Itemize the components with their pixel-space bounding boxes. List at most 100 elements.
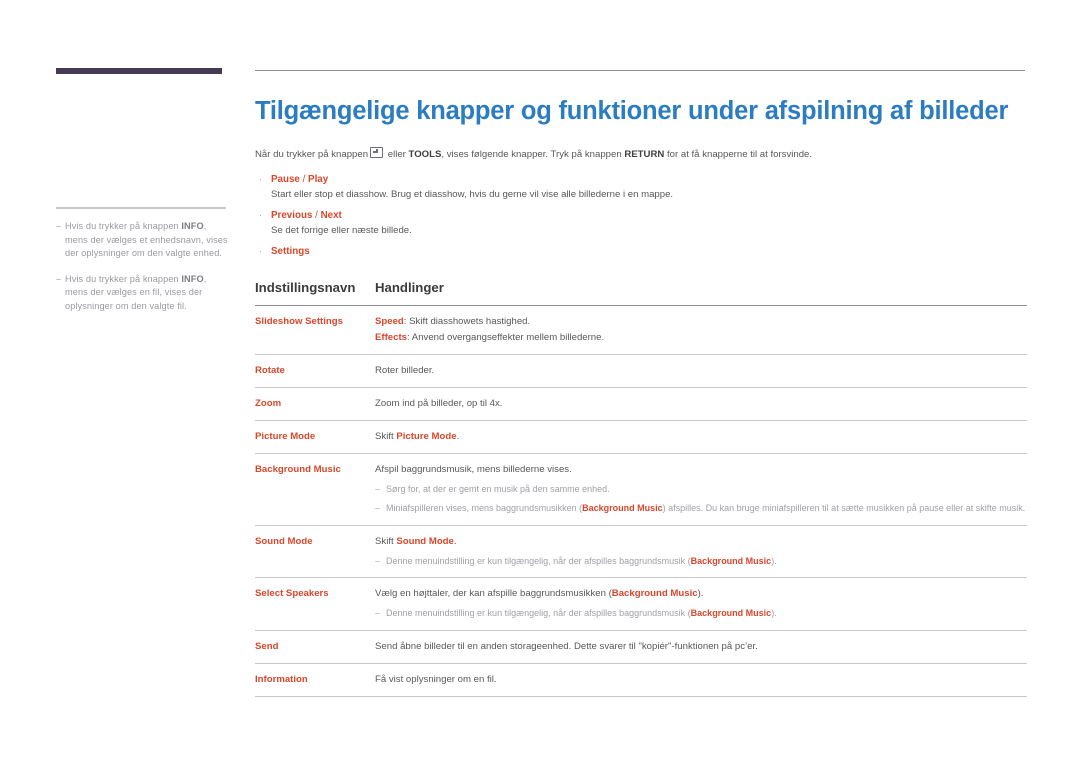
bullet-description: Se det forrige eller næste billede. <box>271 224 412 236</box>
setting-name-label: Sound Mode <box>255 535 313 547</box>
action-description: Skift Picture Mode. <box>375 430 1027 444</box>
subnote-dash-icon: – <box>375 483 381 494</box>
intro-bold-tools: TOOLS <box>408 149 442 160</box>
bullet-label-secondary: Play <box>308 173 329 185</box>
table-cell-action: Afspil baggrundsmusik, mens billederne v… <box>375 453 1027 526</box>
action-line-text: Roter billeder. <box>375 364 435 376</box>
subnote-text-accent: Background Music <box>582 503 663 514</box>
action-subnote: – Denne menuindstilling er kun tilgængeli… <box>375 607 1027 621</box>
action-line-text: . <box>456 430 460 442</box>
action-line-text: Send åbne billeder til en anden storagee… <box>375 640 758 652</box>
bullet-label: Settings <box>271 244 310 259</box>
setting-name-label: Zoom <box>255 397 282 409</box>
intro-text-part1: Når du trykker på knappen <box>255 149 369 160</box>
sidebar-note-list: – Hvis du trykker på knappen INFO, mens d… <box>56 220 228 314</box>
bullet-label-primary: Settings <box>271 245 310 257</box>
setting-name-label: Picture Mode <box>255 430 316 442</box>
table-cell-setting-name: Information <box>255 663 375 697</box>
action-line-text: Zoom ind på billeder, op til 4x. <box>375 397 503 409</box>
action-line-text: Afspil baggrundsmusik, mens billederne v… <box>375 463 572 475</box>
subnote-text-post: ). <box>771 555 777 566</box>
table-cell-setting-name: Select Speakers <box>255 577 375 631</box>
bullet-label: Pause / Play <box>271 172 328 187</box>
table-cell-action: Vælg en højttaler, der kan afspille bagg… <box>375 577 1027 631</box>
sidebar-note: – Hvis du trykker på knappen INFO, mens d… <box>56 273 228 314</box>
note-text-bold: INFO <box>181 221 204 231</box>
subnote-text-post: ) afspilles. Du kan bruge miniafspillere… <box>662 503 1026 514</box>
action-line-accent: Picture Mode <box>396 430 457 442</box>
setting-name-label: Select Speakers <box>255 588 329 600</box>
action-subnote: – Miniafspilleren vises, mens baggrundsmu… <box>375 502 1027 516</box>
action-line: Speed: Skift diasshowets hastighed. <box>375 315 1027 329</box>
subnote-text: Denne menuindstilling er kun tilgængelig… <box>386 607 1027 621</box>
button-function-list: · Pause / Play Start eller stop et diassho… <box>255 172 1027 259</box>
bullet-label-primary: Previous <box>271 209 313 221</box>
bullet-label-separator: / <box>299 173 309 185</box>
header-rule <box>255 70 1025 71</box>
table-header-action: Handlinger <box>375 279 444 295</box>
action-line-text: : Skift diasshowets hastighed. <box>403 315 531 327</box>
action-line-text: : Anvend overgangseffekter mellem billed… <box>407 331 605 343</box>
action-description: Skift Sound Mode. – Denne menuindstilling … <box>375 535 1027 569</box>
sidebar-note-text: Hvis du trykker på knappen INFO, mens de… <box>65 220 228 261</box>
intro-text-part4: for at få knapperne til at forsvinde. <box>664 149 813 160</box>
bullet-item: · Pause / Play Start eller stop et diassho… <box>255 172 1027 202</box>
action-description: Roter billeder. <box>375 364 1027 378</box>
action-line-pre: Vælg en højttaler, der kan afspille bagg… <box>375 588 612 600</box>
action-description: Afspil baggrundsmusik, mens billederne v… <box>375 463 1027 516</box>
table-cell-action: Send åbne billeder til en anden storagee… <box>375 630 1027 664</box>
table-cell-action: Zoom ind på billeder, op til 4x. <box>375 387 1027 421</box>
note-text-bold: INFO <box>181 273 204 284</box>
table-cell-action: Speed: Skift diasshowets hastighed. Effec… <box>375 305 1027 355</box>
sidebar-note-text: Hvis du trykker på knappen INFO, mens de… <box>65 273 228 314</box>
note-dash-icon: – <box>56 273 62 284</box>
action-line-accent: Background Music <box>611 588 698 600</box>
table-header-setting-name: Indstillingsnavn <box>255 279 356 295</box>
action-description: Send åbne billeder til en anden storagee… <box>375 640 1027 654</box>
subnote-text-pre: Denne menuindstilling er kun tilgængelig… <box>386 555 691 566</box>
document-page: – Hvis du trykker på knappen INFO, mens d… <box>0 0 1080 763</box>
bullet-item: · Previous / Next Se det forrige eller næs… <box>255 208 1027 238</box>
sidebar-note: – Hvis du trykker på knappen INFO, mens d… <box>56 220 228 261</box>
intro-paragraph: Når du trykker på knappen eller TOOLS, v… <box>255 147 1027 162</box>
table-row: Send Send åbne billeder til en anden stor… <box>255 630 1027 664</box>
action-line: Afspil baggrundsmusik, mens billederne v… <box>375 463 1027 477</box>
bullet-dot-icon: · <box>259 209 262 220</box>
table-head: Indstillingsnavn Handlinger <box>255 280 1027 306</box>
table-cell-setting-name: Sound Mode <box>255 525 375 579</box>
action-line: Vælg en højttaler, der kan afspille bagg… <box>375 587 1027 601</box>
setting-name-label: Send <box>255 640 279 652</box>
action-description: Speed: Skift diasshowets hastighed. Effec… <box>375 315 1027 345</box>
table-cell-setting-name: Background Music <box>255 453 375 526</box>
subnote-text-pre: Denne menuindstilling er kun tilgængelig… <box>386 608 691 619</box>
action-line-pre: Skift <box>375 430 397 442</box>
subnote-text: Denne menuindstilling er kun tilgængelig… <box>386 555 1027 569</box>
bullet-label: Previous / Next <box>271 208 342 223</box>
table-row: Picture Mode Skift Picture Mode. <box>255 420 1027 454</box>
subnote-text-accent: Background Music <box>690 608 772 619</box>
setting-name-label: Information <box>255 673 308 685</box>
bullet-dot-icon: · <box>259 245 262 256</box>
settings-table-wrapper: Indstillingsnavn Handlinger Slideshow Se… <box>255 280 1027 697</box>
subnote-dash-icon: – <box>375 555 381 566</box>
table-row: Information Få vist oplysninger om en fil… <box>255 663 1027 697</box>
table-cell-setting-name: Picture Mode <box>255 420 375 454</box>
table-row: Background Music Afspil baggrundsmusik, m… <box>255 453 1027 526</box>
header-accent-bar <box>56 68 222 74</box>
setting-name-label: Rotate <box>255 364 285 376</box>
table-cell-action: Få vist oplysninger om en fil. <box>375 663 1027 697</box>
subnote-text: Miniafspilleren vises, mens baggrundsmus… <box>386 502 1027 516</box>
subnote-text: Sørg for, at der er gemt en musik på den… <box>386 483 1027 497</box>
enter-key-icon <box>370 147 384 158</box>
bullet-item: · Settings <box>255 244 1027 259</box>
action-description: Zoom ind på billeder, op til 4x. <box>375 397 1027 411</box>
bullet-description: Start eller stop et diasshow. Brug et di… <box>271 188 674 200</box>
action-line-text: Få vist oplysninger om en fil. <box>375 673 497 685</box>
action-line-accent: Speed <box>375 315 404 327</box>
sidebar-divider <box>56 207 226 209</box>
note-text-pre: Hvis du trykker på knappen <box>65 221 182 231</box>
table-header-row: Indstillingsnavn Handlinger <box>255 280 1027 306</box>
action-line: Send åbne billeder til en anden storagee… <box>375 640 1027 654</box>
table-cell-setting-name: Slideshow Settings <box>255 305 375 355</box>
action-line: Roter billeder. <box>375 364 1027 378</box>
